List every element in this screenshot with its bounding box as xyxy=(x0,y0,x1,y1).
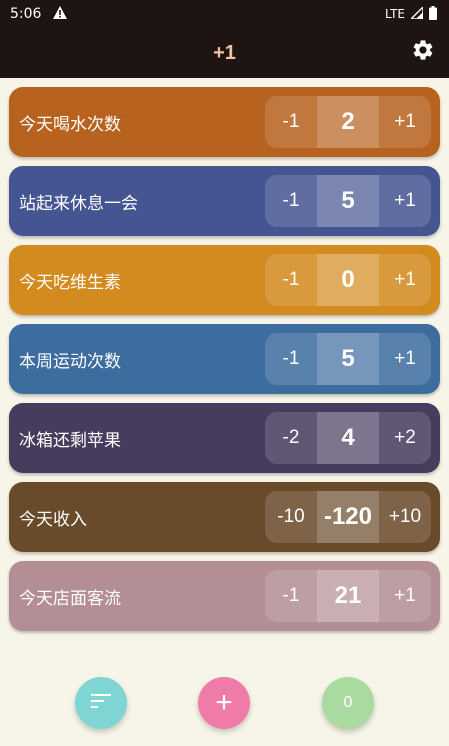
sort-button[interactable] xyxy=(75,677,127,729)
settings-button[interactable] xyxy=(411,40,435,64)
counter-value[interactable]: 5 xyxy=(317,333,379,385)
counter-card[interactable]: 站起来休息一会 -1 5 +1 xyxy=(9,166,440,236)
counter-name: 站起来休息一会 xyxy=(19,193,138,214)
counter-name: 今天收入 xyxy=(19,509,87,530)
counter-card[interactable]: 本周运动次数 -1 5 +1 xyxy=(9,324,440,394)
status-time: 5:06 xyxy=(10,6,42,22)
increment-button[interactable]: +1 xyxy=(379,570,431,622)
counter-value[interactable]: 5 xyxy=(317,175,379,227)
increment-button[interactable]: +2 xyxy=(379,412,431,464)
signal-icon xyxy=(409,4,424,22)
decrement-button[interactable]: -1 xyxy=(265,254,317,306)
increment-button[interactable]: +1 xyxy=(379,254,431,306)
network-type: LTE xyxy=(385,7,405,21)
counter-controls: -1 5 +1 xyxy=(265,333,431,385)
counter-name: 本周运动次数 xyxy=(19,351,121,372)
counter-card[interactable]: 今天喝水次数 -1 2 +1 xyxy=(9,87,440,157)
counter-name: 今天喝水次数 xyxy=(19,114,121,135)
decrement-button[interactable]: -1 xyxy=(265,175,317,227)
counter-value[interactable]: -120 xyxy=(317,491,379,543)
counter-value[interactable]: 0 xyxy=(317,254,379,306)
total-count-label: 0 xyxy=(343,694,353,711)
add-counter-button[interactable]: + xyxy=(198,677,250,729)
counter-controls: -1 21 +1 xyxy=(265,570,431,622)
decrement-button[interactable]: -1 xyxy=(265,96,317,148)
counter-controls: -1 5 +1 xyxy=(265,175,431,227)
decrement-button[interactable]: -1 xyxy=(265,333,317,385)
counter-card[interactable]: 今天店面客流 -1 21 +1 xyxy=(9,561,440,631)
counter-controls: -1 2 +1 xyxy=(265,96,431,148)
counter-list: 今天喝水次数 -1 2 +1 站起来休息一会 -1 5 +1 今天吃维生素 -1… xyxy=(9,87,440,640)
counter-controls: -1 0 +1 xyxy=(265,254,431,306)
counter-controls: -2 4 +2 xyxy=(265,412,431,464)
counter-name: 今天店面客流 xyxy=(19,588,121,609)
increment-button[interactable]: +1 xyxy=(379,96,431,148)
app-bar: +1 xyxy=(0,28,449,78)
gear-icon xyxy=(411,38,435,66)
battery-icon xyxy=(429,5,437,23)
warning-triangle-icon xyxy=(53,5,68,23)
counter-card[interactable]: 今天收入 -10 -120 +10 xyxy=(9,482,440,552)
increment-button[interactable]: +1 xyxy=(379,175,431,227)
app-title: +1 xyxy=(213,41,236,64)
counter-name: 冰箱还剩苹果 xyxy=(19,430,121,451)
sort-icon xyxy=(91,693,111,713)
plus-icon: + xyxy=(215,686,233,719)
total-count-button[interactable]: 0 xyxy=(322,677,374,729)
status-left: 5:06 xyxy=(10,5,68,23)
status-right: LTE xyxy=(385,4,437,23)
decrement-button[interactable]: -10 xyxy=(265,491,317,543)
counter-card[interactable]: 今天吃维生素 -1 0 +1 xyxy=(9,245,440,315)
decrement-button[interactable]: -2 xyxy=(265,412,317,464)
increment-button[interactable]: +1 xyxy=(379,333,431,385)
counter-value[interactable]: 4 xyxy=(317,412,379,464)
counter-card[interactable]: 冰箱还剩苹果 -2 4 +2 xyxy=(9,403,440,473)
counter-value[interactable]: 21 xyxy=(317,570,379,622)
counter-value[interactable]: 2 xyxy=(317,96,379,148)
decrement-button[interactable]: -1 xyxy=(265,570,317,622)
counter-controls: -10 -120 +10 xyxy=(265,491,431,543)
counter-name: 今天吃维生素 xyxy=(19,272,121,293)
increment-button[interactable]: +10 xyxy=(379,491,431,543)
status-bar: 5:06 LTE xyxy=(0,0,449,28)
